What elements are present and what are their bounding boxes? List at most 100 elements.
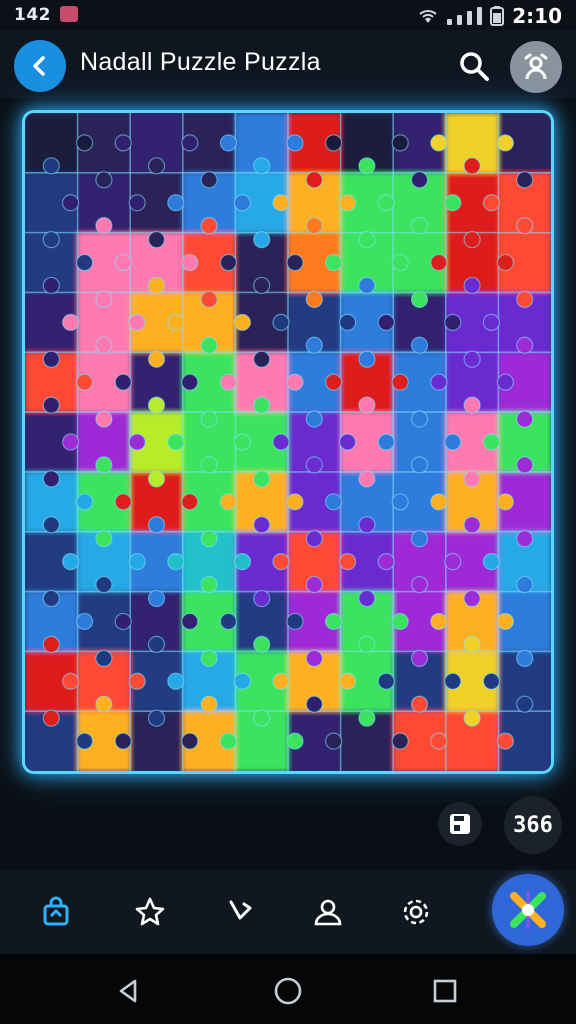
piece-knob [391,253,409,272]
piece-knob [95,217,113,235]
piece-knob [286,253,304,272]
piece-knob [516,217,534,235]
piece-knob [410,695,429,713]
save-icon [450,814,470,834]
piece-knob [286,373,304,391]
home-circle-icon [274,977,302,1005]
system-nav [0,954,576,1024]
back-triangle-icon [119,979,137,1003]
piece-knob [200,290,218,309]
piece-knob [95,410,113,428]
piece-knob [42,589,60,608]
piece-knob [219,612,237,631]
piece-knob [430,134,448,152]
piece-knob [410,410,429,428]
piece-knob [496,732,514,750]
piece-knob [496,612,514,631]
status-bar: 142 2:10 [0,0,576,30]
piece-knob [75,732,94,750]
piece-knob [42,350,60,368]
piece-knob [305,290,323,309]
nav-bookmark[interactable] [220,892,260,932]
piece-knob [253,350,271,368]
piece-knob [325,493,343,511]
piece-knob [391,134,409,152]
nav-profile[interactable] [308,892,348,932]
piece-knob [42,157,60,175]
piece-knob [410,649,429,667]
save-button[interactable] [438,802,482,846]
piece-knob [114,134,132,152]
nav-bag[interactable] [36,892,76,932]
puzzle-logo-icon [510,890,546,930]
piece-knob [42,231,60,249]
piece-knob [377,194,395,212]
bottom-nav [0,870,576,954]
piece-knob [147,589,166,608]
search-icon [460,52,489,81]
profile-button[interactable] [510,41,562,93]
piece-knob [391,732,409,750]
piece-knob [410,171,429,189]
piece-knob [463,157,481,175]
search-button[interactable] [456,48,492,84]
piece-knob [253,635,271,653]
piece-knob [444,433,462,451]
piece-knob [219,373,237,391]
piece-knob [42,516,60,534]
piece-knob [463,589,481,608]
clock: 2:10 [512,4,562,28]
piece-knob [305,336,323,354]
page-title: Nadall Puzzle Puzzla [80,48,321,76]
piece-knob [286,134,304,152]
nav-star[interactable] [130,892,170,932]
piece-knob [516,336,534,354]
piece-knob [516,410,534,428]
piece-knob [95,530,113,548]
piece-knob [200,456,218,474]
piece-knob [42,276,60,295]
puzzle-board[interactable] [25,113,551,771]
piece-knob [358,231,376,249]
back-button[interactable] [14,40,66,92]
piece-knob [358,276,376,295]
piece-knob [61,553,80,571]
piece-knob [516,649,534,667]
piece-knob [463,709,481,727]
piece-knob [253,470,271,488]
piece-knob [272,194,290,212]
puzzle-fab-button[interactable] [492,874,564,946]
status-right: 2:10 [417,4,562,28]
piece-knob [61,313,80,331]
piece-knob [147,635,166,653]
nav-settings[interactable] [396,892,436,932]
piece-knob [75,373,94,391]
piece-knob [181,373,199,391]
piece-knob [219,253,237,272]
system-recents-button[interactable] [428,974,462,1008]
signal-icon [447,7,483,25]
piece-knob [377,433,395,451]
piece-knob [410,217,429,235]
piece-knob [482,194,500,212]
puzzle-board-frame [22,110,554,774]
piece-knob [325,732,343,750]
piece-knob [463,635,481,653]
piece-knob [305,695,323,713]
piece-knob [358,709,376,727]
settings-icon [403,899,429,925]
piece-knob [516,575,534,594]
piece-knob [358,157,376,175]
piece-knob [482,433,500,451]
piece-knob [463,276,481,295]
piece-knob [272,672,290,690]
piece-knob [200,575,218,594]
piece-knob [167,313,185,331]
piece-knob [75,253,94,272]
piece-knob [516,456,534,474]
system-home-button[interactable] [271,974,305,1008]
system-back-button[interactable] [112,974,146,1008]
piece-knob [95,290,113,309]
piece-knob [95,695,113,713]
piece-knob [128,313,146,331]
